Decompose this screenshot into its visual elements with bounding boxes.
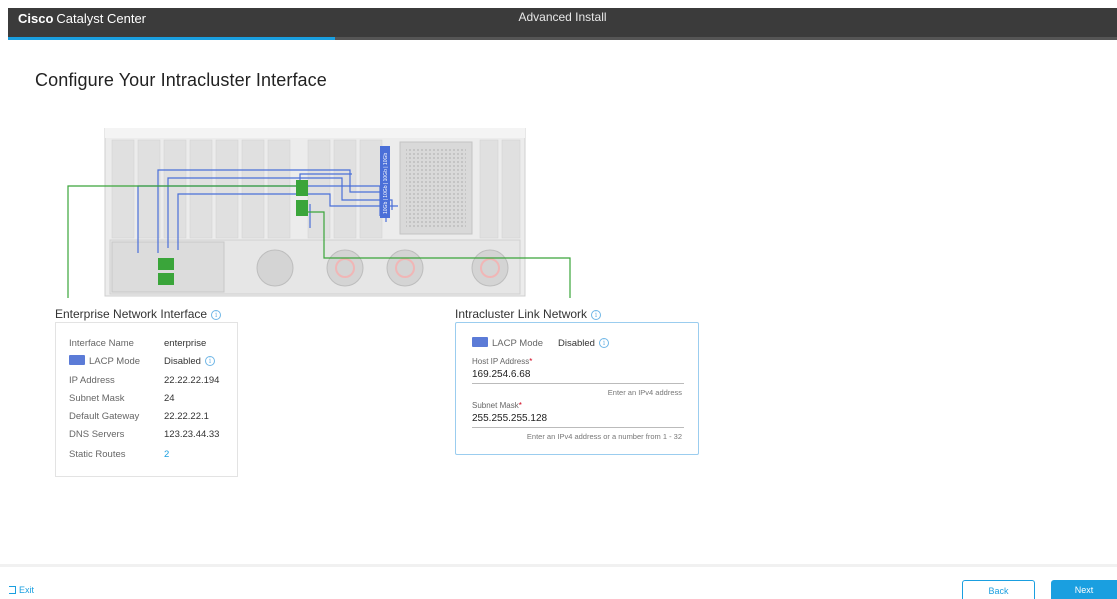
- host-ip-label-text: Host IP Address: [472, 357, 530, 366]
- next-button[interactable]: Next: [1051, 580, 1117, 599]
- subnet-mask-label-text: Subnet Mask: [472, 401, 519, 410]
- folder-icon: [472, 337, 488, 348]
- subnet-mask-row: Subnet Mask 24: [69, 393, 175, 404]
- required-marker: *: [529, 357, 533, 366]
- dns-servers-row: DNS Servers 123.23.44.33: [69, 429, 219, 440]
- subnet-mask-help: Enter an IPv4 address or a number from 1…: [526, 432, 682, 441]
- info-icon[interactable]: i: [211, 309, 222, 320]
- ip-address-row: IP Address 22.22.22.194: [69, 375, 219, 386]
- blue-port-label-text: 10Gb | 10Gb | 10Gb | 10Gb: [383, 153, 389, 214]
- intracluster-section-title: Intracluster Link Network i: [455, 307, 602, 321]
- info-icon[interactable]: i: [204, 356, 215, 367]
- interface-name-row: Interface Name enterprise: [69, 338, 206, 349]
- back-button[interactable]: Back: [962, 580, 1035, 599]
- enterprise-interface-card: Interface Name enterprise LACP Mode Disa…: [55, 322, 238, 477]
- lacp-mode-row: LACP Mode Disabled i: [472, 337, 609, 349]
- server-cabling-diagram: 10Gb | 10Gb | 10Gb | 10Gb: [67, 128, 571, 298]
- chassis-top-strip: [105, 128, 525, 138]
- lacp-mode-value-text: Disabled: [164, 356, 201, 367]
- lacp-mode-value: Disabled i: [558, 338, 609, 349]
- top-bar-inner: Cisco Catalyst Center Advanced Install: [8, 8, 1117, 40]
- vent-holes: [406, 148, 466, 228]
- subnet-mask-label: Subnet Mask*: [472, 401, 522, 410]
- interface-name-value: enterprise: [164, 338, 207, 349]
- dns-servers-label: DNS Servers: [69, 429, 125, 440]
- subnet-mask-input[interactable]: 255.255.255.128: [472, 413, 684, 428]
- intracluster-link-card: LACP Mode Disabled i Host IP Address* 169…: [455, 322, 699, 455]
- exit-label: Exit: [19, 585, 35, 595]
- blue-port-labels: 10Gb | 10Gb | 10Gb | 10Gb: [380, 146, 390, 218]
- intracluster-title-text: Intracluster Link Network: [455, 307, 588, 321]
- wizard-title: Advanced Install: [518, 10, 607, 24]
- dns-servers-value: 123.23.44.33: [164, 429, 220, 440]
- wizard-progress-fill: [8, 37, 336, 40]
- host-ip-help: Enter an IPv4 address: [607, 388, 682, 397]
- subnet-mask-label: Subnet Mask: [69, 393, 125, 404]
- default-gateway-value: 22.22.22.1: [164, 411, 209, 422]
- enterprise-title-text: Enterprise Network Interface: [55, 307, 208, 321]
- host-ip-input[interactable]: 169.254.6.68: [472, 369, 684, 384]
- lacp-mode-value: Disabled i: [164, 356, 215, 367]
- lacp-mode-label: LACP Mode: [492, 338, 544, 349]
- exit-icon: [9, 585, 16, 594]
- interface-name-label: Interface Name: [69, 338, 134, 349]
- footer-divider: [0, 564, 1117, 567]
- static-routes-row: Static Routes 2: [69, 449, 169, 460]
- wizard-progress-bar: [8, 37, 1117, 40]
- static-routes-link[interactable]: 2: [164, 449, 169, 460]
- lacp-mode-value-text: Disabled: [558, 338, 595, 349]
- default-gateway-row: Default Gateway 22.22.22.1: [69, 411, 209, 422]
- ip-address-label: IP Address: [69, 375, 115, 386]
- host-ip-label: Host IP Address*: [472, 357, 532, 366]
- folder-icon: [69, 355, 85, 366]
- top-bar: Cisco Catalyst Center Advanced Install: [0, 0, 1117, 40]
- default-gateway-label: Default Gateway: [69, 411, 140, 422]
- enterprise-section-title: Enterprise Network Interface i: [55, 307, 222, 321]
- required-marker: *: [518, 401, 522, 410]
- lacp-mode-label: LACP Mode: [89, 356, 141, 367]
- lacp-mode-row: LACP Mode Disabled i: [69, 355, 215, 367]
- subnet-mask-value: 24: [164, 393, 175, 404]
- page-title: Configure Your Intracluster Interface: [35, 70, 327, 90]
- info-icon[interactable]: i: [598, 338, 609, 349]
- ip-address-value: 22.22.22.194: [164, 375, 220, 386]
- info-icon[interactable]: i: [591, 309, 602, 320]
- static-routes-label: Static Routes: [69, 449, 126, 460]
- exit-link[interactable]: Exit: [9, 585, 34, 595]
